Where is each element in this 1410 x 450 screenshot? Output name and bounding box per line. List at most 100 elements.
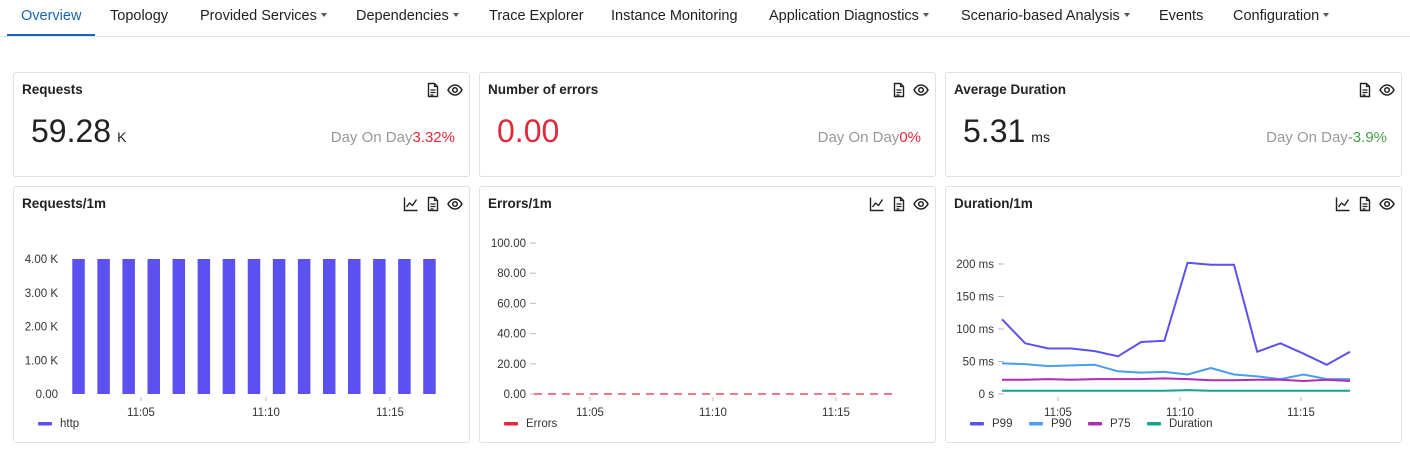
x-tick-label: 11:10 [252,407,280,419]
x-tick-label: 11:15 [822,407,850,419]
chart-title: Errors/1m [488,196,552,211]
tab-label: Application Diagnostics [769,8,919,24]
p99-series-line [1001,261,1351,366]
stat-value: 0.00 [497,113,559,150]
legend-swatch [1088,422,1102,426]
y-tick-label: 80.00 [497,268,526,280]
tab-trace-explorer[interactable]: Trace Explorer [489,0,584,36]
eye-icon[interactable] [913,82,929,98]
line-chart-icon[interactable] [1335,196,1351,212]
legend-label: P99 [992,418,1012,430]
tab-instance-monitoring[interactable]: Instance Monitoring [611,0,738,36]
bar [97,259,110,394]
tab-topology[interactable]: Topology [110,0,168,36]
document-icon[interactable] [425,196,441,212]
eye-icon[interactable] [1379,196,1395,212]
legend-swatch [1147,422,1161,426]
card-actions [891,82,929,98]
value-unit: ms [1031,129,1050,145]
document-icon[interactable] [1357,82,1373,98]
chart-title: Requests/1m [22,196,107,211]
card-actions [1335,196,1395,212]
card-actions [425,82,463,98]
caret-down-icon [452,13,459,18]
y-tick-label: 50 ms [963,357,995,369]
eye-icon[interactable] [1379,82,1395,98]
caret-down-icon [922,13,929,18]
y-tick-label: 3.00 K [25,288,59,300]
value-number: 5.31 [963,113,1026,149]
line-chart-icon[interactable] [403,196,419,212]
tab-label: Events [1159,8,1204,24]
duration-stat-card: Average Duration 5.31 ms Day On Day-3.9% [945,72,1402,177]
tab-events[interactable]: Events [1159,0,1203,36]
document-icon[interactable] [891,196,907,212]
day-on-day: Day On Day3.32% [331,129,455,146]
duration-line-chart: 0 s50 ms100 ms150 ms200 ms11:05 11:10 11:1… [956,259,1351,430]
dod-label: Day On Day [1266,129,1348,146]
bar [423,259,436,394]
caret-down-icon [1323,13,1330,18]
tab-configuration[interactable]: Configuration [1233,0,1330,36]
y-tick-label: 0 s [979,389,995,401]
y-tick-label: 40.00 [497,329,526,341]
stat-value: 59.28 K [31,113,126,150]
tab-dependencies[interactable]: Dependencies [356,0,459,36]
legend-swatch [504,422,518,426]
tab-provided-services[interactable]: Provided Services [200,0,327,36]
bar [247,259,261,394]
tab-label: Configuration [1233,8,1320,24]
legend-label: Errors [526,418,558,430]
tab-label: Overview [21,8,82,24]
x-tick-label: 11:15 [1287,407,1315,419]
card-actions [869,196,929,212]
caret-down-icon [1123,13,1130,18]
tab-overview[interactable]: Overview [6,0,96,36]
tab-label: Provided Services [200,8,317,24]
tab-scenario-based-analysis[interactable]: Scenario-based Analysis [961,0,1130,36]
tab-label: Scenario-based Analysis [961,8,1120,24]
bar [297,259,311,394]
x-tick-label: 11:05 [127,407,155,419]
y-tick-label: 100.00 [491,238,526,250]
duration-chart-card: Duration/1m 0 s 50 ms 100 ms 150 ms 200 ms 11… [945,186,1402,443]
tab-label: Instance Monitoring [611,8,738,24]
y-tick-label: 100 ms [956,324,994,336]
card-title: Requests [22,82,83,97]
x-tick-label: 11:10 [699,407,727,419]
errors-stat-card: Number of errors 0.00 Day On Day0% [479,72,936,177]
bar [72,259,85,394]
bar [322,259,336,394]
eye-icon[interactable] [913,196,929,212]
tab-application-diagnostics[interactable]: Application Diagnostics [769,0,929,36]
errors-chart-card: Errors/1m 0.00 20.00 40.00 60.00 80.00 100.00… [479,186,936,443]
y-tick-label: 4.00 K [25,254,59,266]
document-icon[interactable] [425,82,441,98]
card-title: Average Duration [954,82,1067,97]
stat-value: 5.31 ms [963,113,1050,150]
eye-icon[interactable] [447,82,463,98]
card-actions [403,196,463,212]
eye-icon[interactable] [447,196,463,212]
bar [373,259,386,394]
y-tick-label: 1.00 K [25,355,59,367]
legend-label: http [60,418,79,430]
y-tick-label: 20.00 [497,359,526,371]
document-icon[interactable] [891,82,907,98]
caret-down-icon [320,13,327,18]
requests-stat-card: Requests 59.28 K Day On Day3.32% [13,72,470,177]
document-icon[interactable] [1357,196,1373,212]
legend-swatch [1029,422,1043,426]
y-tick-label: 0.00 [36,389,58,401]
value-number: 59.28 [31,113,112,149]
chart-title: Duration/1m [954,196,1033,211]
card-actions [1357,82,1395,98]
value-number: 0.00 [497,113,560,149]
bar [122,259,135,394]
dod-value: 0% [899,129,921,146]
line-chart-icon[interactable] [869,196,885,212]
x-tick-label: 11:05 [576,407,604,419]
y-tick-label: 0.00 [504,389,526,401]
bar [172,259,186,394]
bar [398,259,411,394]
